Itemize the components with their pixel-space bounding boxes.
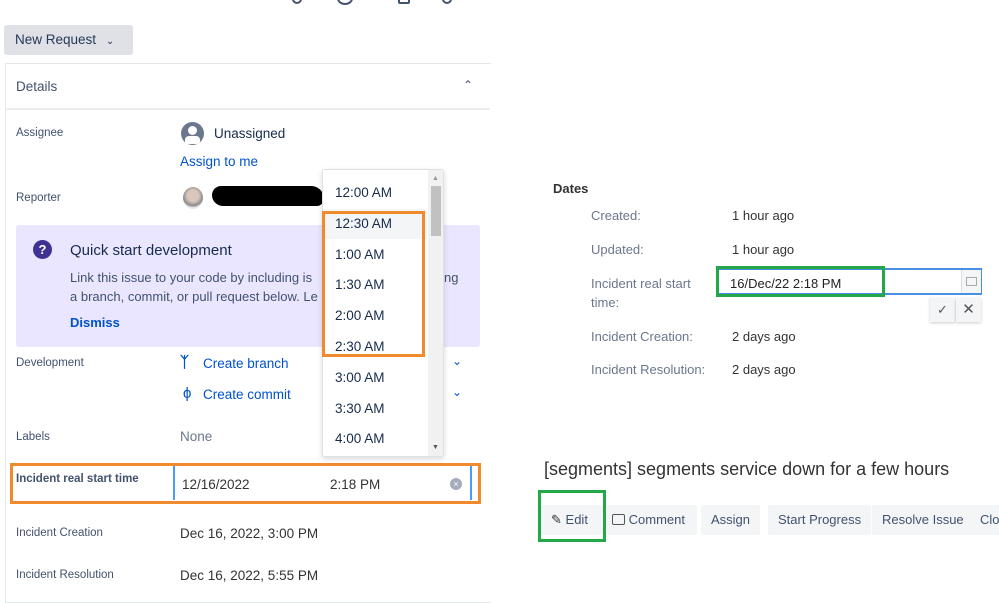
incident-start-label-right-2: time:: [591, 295, 620, 310]
unassigned-avatar-icon: [181, 122, 204, 145]
top-icon-feedback[interactable]: [292, 0, 302, 4]
top-icon-copy[interactable]: [398, 0, 410, 4]
time-option[interactable]: 3:30 AM: [323, 394, 427, 424]
chevron-down-icon: ⌄: [105, 36, 115, 47]
time-option[interactable]: 3:00 AM: [323, 363, 427, 393]
branch-icon: ᛉ: [180, 354, 190, 371]
comment-icon: [612, 514, 625, 525]
quick-start-text-2: a branch, commit, or pull request below.…: [70, 289, 318, 304]
issue-title: [segments] segments service down for a f…: [544, 459, 950, 479]
incident-creation-label-right: Incident Creation:: [591, 329, 693, 344]
cancel-x-icon[interactable]: ✕: [956, 298, 981, 322]
orange-highlight-box: [10, 463, 481, 504]
comment-button[interactable]: Comment: [607, 505, 697, 535]
commit-icon: ϕ: [183, 385, 192, 402]
top-icon-share[interactable]: [442, 0, 452, 4]
details-title: Details: [16, 79, 58, 94]
calendar-icon[interactable]: [961, 270, 981, 293]
incident-resolution-label: Incident Resolution: [16, 569, 114, 581]
comment-label: Comment: [628, 512, 685, 527]
close-button[interactable]: Clo: [972, 505, 999, 535]
created-value: 1 hour ago: [732, 208, 795, 223]
scroll-down-icon[interactable]: ▼: [432, 444, 439, 451]
commit-chevron-icon[interactable]: ⌄: [452, 385, 462, 399]
quick-start-text-1a: Link this issue to your code by includin…: [70, 270, 313, 285]
quick-start-title: Quick start development: [70, 242, 232, 259]
assign-button[interactable]: Assign: [701, 505, 761, 535]
create-branch-link[interactable]: Create branch: [203, 356, 289, 371]
assignee-label: Assignee: [16, 127, 64, 139]
top-icon-watch[interactable]: [337, 0, 353, 5]
quick-start-text-line2: a branch, commit, or pull request below.…: [70, 289, 318, 304]
time-option[interactable]: 4:00 AM: [323, 424, 427, 454]
incident-creation-value-right: 2 days ago: [732, 329, 796, 344]
orange-highlight-options: [322, 211, 425, 357]
incident-resolution-value-right: 2 days ago: [732, 362, 796, 377]
reporter-avatar: [183, 187, 203, 209]
chevron-up-icon[interactable]: ⌃: [463, 78, 473, 92]
labels-value[interactable]: None: [180, 429, 212, 444]
divider: [5, 108, 490, 110]
confirm-check-icon[interactable]: ✓: [930, 298, 955, 322]
development-label: Development: [16, 357, 84, 369]
dates-title: Dates: [553, 181, 589, 196]
incident-creation-label: Incident Creation: [16, 527, 103, 539]
create-commit-link[interactable]: Create commit: [203, 387, 291, 402]
branch-chevron-icon[interactable]: ⌄: [452, 354, 462, 368]
scroll-up-icon[interactable]: ▲: [432, 175, 439, 182]
incident-start-label-right-1: Incident real start: [591, 276, 691, 291]
question-icon: ?: [33, 240, 52, 259]
incident-resolution-value: Dec 16, 2022, 5:55 PM: [180, 568, 319, 583]
labels-label: Labels: [16, 431, 50, 443]
assignee-value: Unassigned: [214, 126, 286, 141]
incident-resolution-label-right: Incident Resolution:: [591, 362, 706, 377]
created-label: Created:: [591, 208, 641, 223]
assign-to-me-link[interactable]: Assign to me: [180, 154, 258, 169]
dropdown-scrollbar[interactable]: ▲ ▼: [428, 170, 443, 456]
new-request-label: New Request: [15, 32, 97, 47]
start-progress-button[interactable]: Start Progress: [768, 505, 872, 535]
updated-value: 1 hour ago: [732, 242, 795, 257]
green-highlight-date: [716, 266, 885, 297]
new-request-button[interactable]: New Request ⌄: [4, 25, 133, 55]
time-option[interactable]: 12:00 AM: [323, 178, 427, 208]
updated-label: Updated:: [591, 242, 644, 257]
resolve-issue-button[interactable]: Resolve Issue: [872, 505, 974, 535]
incident-creation-value: Dec 16, 2022, 3:00 PM: [180, 526, 319, 541]
green-highlight-edit: [538, 490, 606, 542]
redacted-name: [212, 186, 324, 206]
dismiss-link[interactable]: Dismiss: [70, 315, 120, 330]
scrollbar-thumb[interactable]: [431, 186, 441, 236]
quick-start-text-1b: ng: [444, 270, 459, 285]
reporter-label: Reporter: [16, 192, 61, 204]
